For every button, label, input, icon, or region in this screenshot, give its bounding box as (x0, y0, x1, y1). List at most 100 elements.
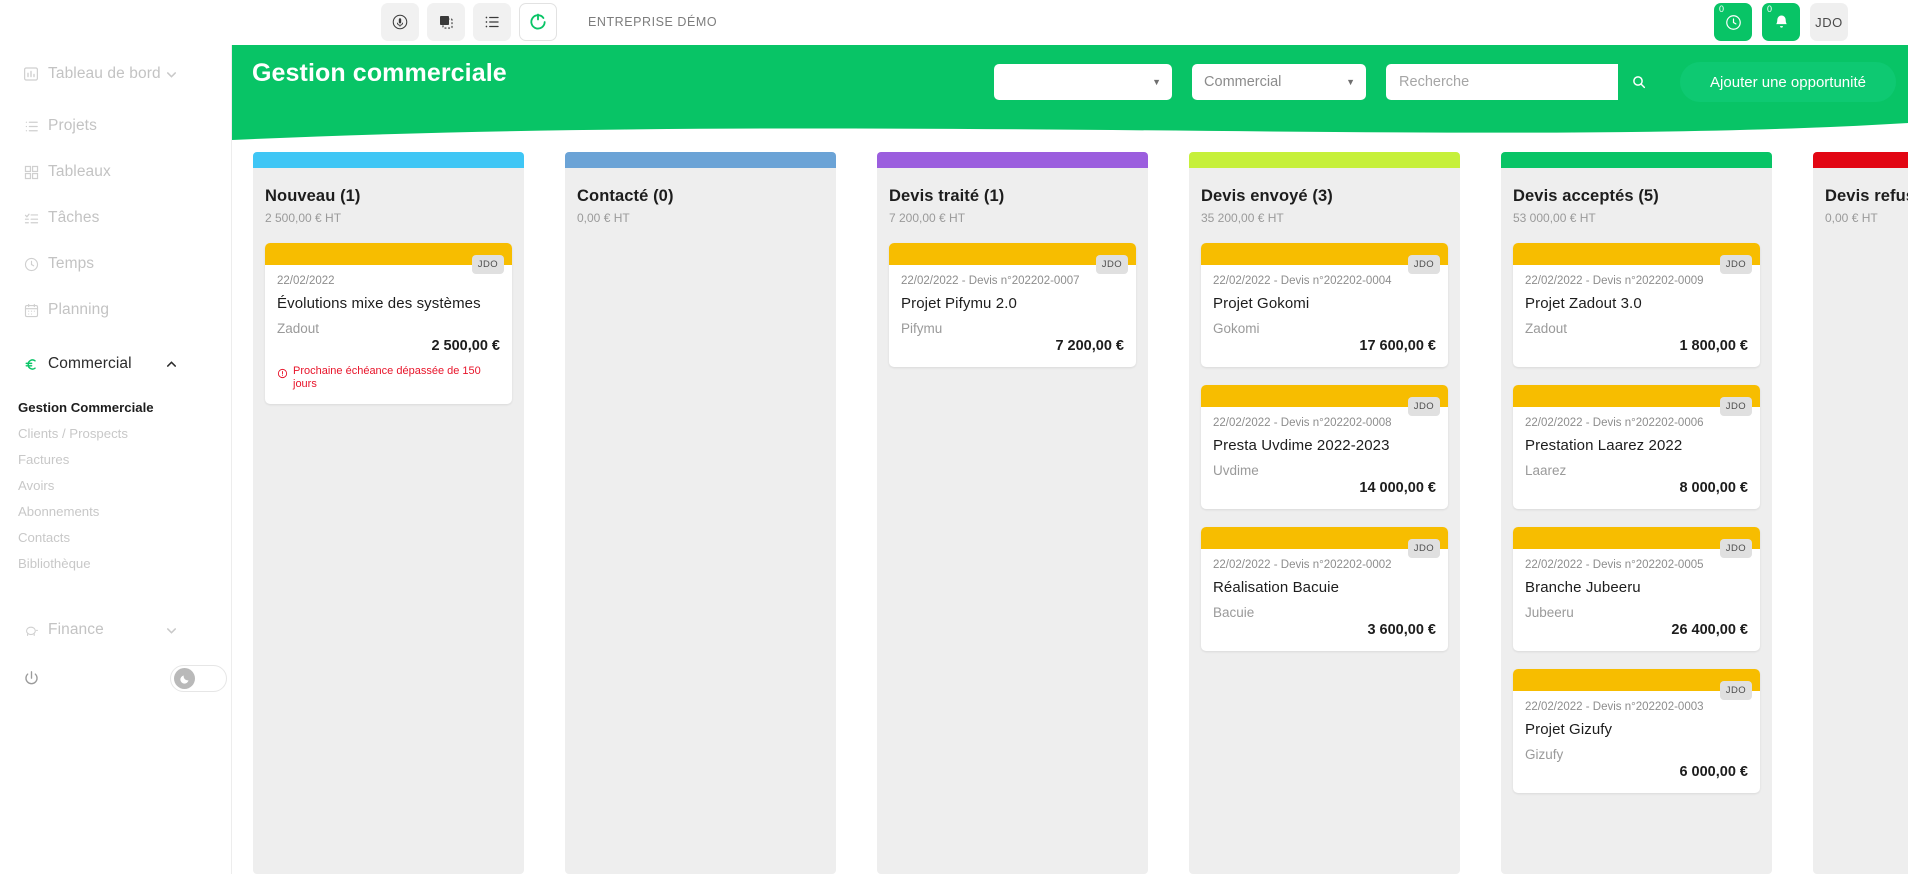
opportunity-card[interactable]: JDO22/02/2022 - Devis n°202202-0004Proje… (1201, 243, 1448, 367)
user-avatar[interactable]: JDO (1810, 3, 1848, 41)
microphone-icon-button[interactable] (381, 3, 419, 41)
kanban-column-color-bar (1813, 152, 1908, 168)
sidebar-item-tableau-de-bord[interactable]: Tableau de bord (0, 45, 231, 103)
kanban-column-body[interactable]: Devis traité (1)7 200,00 € HTJDO22/02/20… (877, 168, 1148, 874)
euro-icon (14, 356, 48, 373)
refresh-icon-button[interactable] (519, 3, 557, 41)
kanban-column-body[interactable]: Nouveau (1)2 500,00 € HTJDO22/02/2022Évo… (253, 168, 524, 874)
card-avatar: JDO (472, 255, 504, 274)
sidebar-item-finance[interactable]: Finance (0, 607, 231, 653)
kanban-column[interactable]: Nouveau (1)2 500,00 € HTJDO22/02/2022Évo… (253, 152, 524, 874)
kanban-column-color-bar (1189, 152, 1460, 168)
kanban-column-title: Contacté (0) (577, 187, 824, 206)
opportunity-card[interactable]: JDO22/02/2022 - Devis n°202202-0003Proje… (1513, 669, 1760, 793)
sidebar-subitem-factures[interactable]: Factures (18, 447, 231, 473)
opportunity-card[interactable]: JDO22/02/2022 - Devis n°202202-0008Prest… (1201, 385, 1448, 509)
kanban-column[interactable]: Contacté (0)0,00 € HT (565, 152, 836, 874)
warning-icon (277, 368, 288, 383)
sidebar-item-label: Tableau de bord (48, 65, 161, 83)
sidebar-item-label: Tableaux (48, 163, 111, 181)
search-input[interactable] (1386, 64, 1618, 100)
sidebar-subitem-clients-prospects[interactable]: Clients / Prospects (18, 421, 231, 447)
chevron-up-icon[interactable] (164, 357, 179, 372)
tasks-icon (14, 210, 48, 227)
kanban-column[interactable]: Devis envoyé (3)35 200,00 € HTJDO22/02/2… (1189, 152, 1460, 874)
card-body: 22/02/2022 - Devis n°202202-0006Prestati… (1513, 407, 1760, 509)
kanban-column[interactable]: Devis traité (1)7 200,00 € HTJDO22/02/20… (877, 152, 1148, 874)
opportunity-card[interactable]: JDO22/02/2022 - Devis n°202202-0002Réali… (1201, 527, 1448, 651)
calendar-icon (14, 302, 48, 319)
chevron-down-icon[interactable] (164, 67, 179, 82)
kanban-column-total: 53 000,00 € HT (1513, 211, 1760, 225)
card-body: 22/02/2022 - Devis n°202202-0007Projet P… (889, 265, 1136, 367)
kanban-column-body[interactable]: Devis refusés (0)0,00 € HT (1813, 168, 1908, 874)
sidebar-subitem-abonnements[interactable]: Abonnements (18, 499, 231, 525)
sidebar-item-label: Commercial (48, 355, 132, 373)
card-body: 22/02/2022Évolutions mixe des systèmesZa… (265, 265, 512, 404)
card-avatar: JDO (1720, 397, 1752, 416)
card-avatar: JDO (1720, 539, 1752, 558)
sidebar-subitem-contacts[interactable]: Contacts (18, 525, 231, 551)
opportunity-card[interactable]: JDO22/02/2022 - Devis n°202202-0006Prest… (1513, 385, 1760, 509)
top-bar-actions: 0 0 JDO (1714, 3, 1848, 41)
sidebar-item-commercial[interactable]: Commercial (0, 333, 231, 395)
sidebar-item-taches[interactable]: Tâches (0, 195, 231, 241)
piggy-bank-icon (14, 622, 48, 639)
card-meta: 22/02/2022 (277, 275, 500, 287)
sidebar-subitem-bibliotheque[interactable]: Bibliothèque (18, 551, 231, 577)
card-amount: 17 600,00 € (1213, 338, 1436, 354)
chevron-down-icon[interactable] (164, 623, 179, 638)
sidebar-item-projets[interactable]: Projets (0, 103, 231, 149)
filter-select-commercial[interactable]: Commercial ▼ (1192, 64, 1366, 100)
kanban-column-body[interactable]: Contacté (0)0,00 € HT (565, 168, 836, 874)
card-body: 22/02/2022 - Devis n°202202-0009Projet Z… (1513, 265, 1760, 367)
sidebar-subitem-gestion-commerciale[interactable]: Gestion Commerciale (18, 395, 231, 421)
kanban-column-color-bar (1501, 152, 1772, 168)
opportunity-card[interactable]: JDO22/02/2022 - Devis n°202202-0009Proje… (1513, 243, 1760, 367)
sidebar-item-tableaux[interactable]: Tableaux (0, 149, 231, 195)
sidebar-footer (0, 665, 232, 692)
list-icon-button[interactable] (473, 3, 511, 41)
card-amount: 14 000,00 € (1213, 480, 1436, 496)
card-title: Presta Uvdime 2022-2023 (1213, 437, 1436, 454)
sidebar-item-label: Finance (48, 621, 104, 639)
filter-select-blank[interactable]: ▼ (994, 64, 1172, 100)
card-body: 22/02/2022 - Devis n°202202-0003Projet G… (1513, 691, 1760, 793)
card-overdue-alert: Prochaine échéance dépassée de 150 jours (277, 365, 500, 391)
opportunity-card[interactable]: JDO22/02/2022Évolutions mixe des système… (265, 243, 512, 404)
timer-button[interactable]: 0 (1714, 3, 1752, 41)
card-client: Zadout (277, 321, 500, 336)
opportunity-card[interactable]: JDO22/02/2022 - Devis n°202202-0005Branc… (1513, 527, 1760, 651)
chevron-down-icon: ▼ (1346, 77, 1355, 87)
kanban-column-total: 7 200,00 € HT (889, 211, 1136, 225)
card-meta: 22/02/2022 - Devis n°202202-0005 (1525, 559, 1748, 571)
duplicate-icon-button[interactable] (427, 3, 465, 41)
sidebar-item-temps[interactable]: Temps (0, 241, 231, 287)
kanban-column[interactable]: Devis acceptés (5)53 000,00 € HTJDO22/02… (1501, 152, 1772, 874)
notifications-button[interactable]: 0 (1762, 3, 1800, 41)
sidebar-subitem-avoirs[interactable]: Avoirs (18, 473, 231, 499)
kanban-column-total: 35 200,00 € HT (1201, 211, 1448, 225)
notifications-badge: 0 (1767, 5, 1772, 14)
card-client: Gizufy (1525, 747, 1748, 762)
card-client: Jubeeru (1525, 605, 1748, 620)
kanban-column-body[interactable]: Devis envoyé (3)35 200,00 € HTJDO22/02/2… (1189, 168, 1460, 874)
card-body: 22/02/2022 - Devis n°202202-0004Projet G… (1201, 265, 1448, 367)
page-title: Gestion commerciale (252, 59, 507, 88)
header-controls: ▼ Commercial ▼ Ajouter une opportunité (994, 62, 1896, 102)
card-overdue-text: Prochaine échéance dépassée de 150 jours (293, 365, 500, 391)
kanban-column[interactable]: Devis refusés (0)0,00 € HT (1813, 152, 1908, 874)
kanban-column-total: 2 500,00 € HT (265, 211, 512, 225)
card-title: Réalisation Bacuie (1213, 579, 1436, 596)
card-client: Pifymu (901, 321, 1124, 336)
kanban-column-body[interactable]: Devis acceptés (5)53 000,00 € HTJDO22/02… (1501, 168, 1772, 874)
opportunity-card[interactable]: JDO22/02/2022 - Devis n°202202-0007Proje… (889, 243, 1136, 367)
add-opportunity-button[interactable]: Ajouter une opportunité (1680, 62, 1896, 102)
search-icon-button[interactable] (1618, 64, 1660, 100)
card-title: Projet Zadout 3.0 (1525, 295, 1748, 312)
sidebar-item-planning[interactable]: Planning (0, 287, 231, 333)
kanban-board[interactable]: Nouveau (1)2 500,00 € HTJDO22/02/2022Évo… (232, 140, 1908, 874)
list-icon (14, 118, 48, 135)
power-icon[interactable] (14, 669, 48, 688)
dark-mode-toggle[interactable] (170, 665, 227, 692)
